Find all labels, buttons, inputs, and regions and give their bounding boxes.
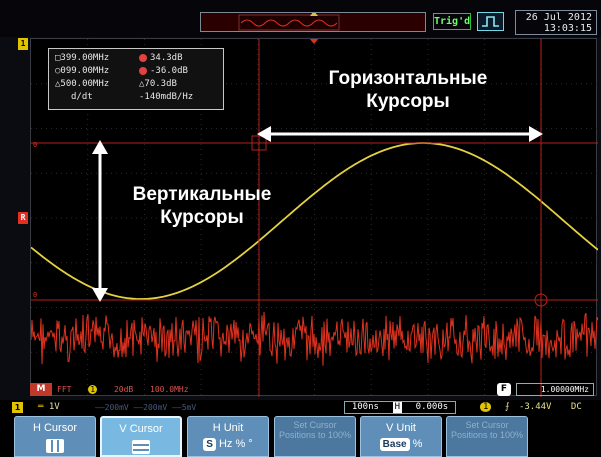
v-unit-selected: Base [379, 438, 410, 451]
cursor-1-edge-marker: 0 [33, 141, 37, 149]
math-badge[interactable]: M [30, 383, 52, 396]
fft-label: FFT [57, 385, 72, 394]
fft-span: 100.0MHz [150, 385, 189, 394]
cursor2-dot-icon [139, 67, 147, 75]
vertical-label-line1: Вертикальные [132, 184, 272, 205]
horizontal-label-line1: Горизонтальные [328, 68, 488, 89]
v-cursor-icon [132, 440, 150, 457]
v-unit-rest: % [412, 438, 423, 450]
cursor2-level: -36.0dB [150, 66, 188, 76]
channel-1-badge[interactable]: 1 [12, 402, 23, 413]
cursor-2-edge-marker: 0 [33, 291, 37, 299]
fft-scale: 20dB [113, 385, 134, 394]
inactive-channels: ——200mV ——200mV ——5mV [95, 403, 197, 412]
h-cursor-icon [46, 439, 64, 456]
delay-icon: H [392, 402, 402, 413]
cursor2-freq: 099.00MHz [60, 66, 110, 76]
frequency-counter-badge: F [497, 383, 511, 396]
set-v-cursor-100-label: Set Cursor Positions to 100% [450, 420, 524, 440]
channel-1-position-marker[interactable]: 1 [18, 38, 28, 50]
fft-info: FFT 1 20dB 100.0MHz [57, 383, 247, 396]
cursor1-dot-icon [139, 54, 147, 62]
horizontal-arrow [257, 126, 543, 142]
cursor-row-1: □ 399.00MHz 34.3dB [55, 52, 217, 65]
v-unit-softkey[interactable]: V Unit Base% [360, 416, 442, 457]
delay-value: 0.000s [415, 402, 449, 412]
vertical-cursors-label: Вертикальные Курсоры [102, 183, 302, 229]
cursor-delta-row: △500.00MHz △70.3dB [55, 78, 217, 91]
trigger-source-badge: 1 [480, 402, 492, 412]
v-unit-options: Base% [361, 438, 441, 451]
v-unit-label: V Unit [386, 422, 416, 434]
frequency-readout: 1.00000MHz [516, 383, 594, 396]
horizontal-cursors-label: Горизонтальные Курсоры [283, 67, 533, 113]
delta-freq: △500.00MHz [55, 79, 110, 89]
trigger-edge-icon [477, 12, 504, 31]
waveform-overview[interactable] [200, 12, 426, 32]
h-unit-rest: Hz % ° [218, 438, 253, 450]
dc-coupling-icon: ═ [38, 402, 49, 412]
trigger-info: 1 ⨍ -3.44V DC [480, 401, 598, 414]
timebase-value: 100ns [351, 402, 379, 412]
ref-position-marker[interactable]: R [18, 212, 28, 224]
channel-1-volts: 1V [48, 402, 60, 412]
timebase-box[interactable]: 100ns H 0.000s [344, 401, 456, 414]
h-cursor-softkey[interactable]: H Cursor [14, 416, 96, 457]
date-text: 26 Jul 2012 [525, 12, 592, 23]
h-cursor-label: H Cursor [32, 422, 77, 434]
h-unit-selected: S [203, 438, 216, 451]
set-h-cursor-100-label: Set Cursor Positions to 100% [278, 420, 352, 440]
cursor1-freq: 399.00MHz [60, 53, 110, 63]
cursor-slope-row: d/dt -140mdB/Hz [55, 91, 217, 104]
trigger-status-badge: Trig'd [433, 13, 471, 30]
channel-1-tag [2, 2, 12, 12]
h-unit-softkey[interactable]: H Unit S Hz % ° [187, 416, 269, 457]
set-h-cursor-100-softkey[interactable]: Set Cursor Positions to 100% [274, 416, 356, 457]
fft-channel: 1 [88, 385, 98, 394]
trigger-level: -3.44V [518, 402, 552, 412]
delta-level: △70.3dB [139, 79, 177, 89]
slope-label: d/dt [71, 92, 93, 102]
trigger-position-marker [309, 39, 319, 44]
datetime-display: 26 Jul 2012 13:03:15 [515, 10, 597, 35]
v-cursor-label: V Cursor [119, 423, 163, 435]
v-cursor-softkey[interactable]: V Cursor [100, 416, 182, 457]
horizontal-label-line2: Курсоры [366, 91, 450, 112]
rising-edge-icon: ⨍ [504, 402, 510, 412]
fft-noise-trace [31, 311, 598, 366]
h-unit-options: S Hz % ° [188, 438, 268, 451]
vertical-label-line2: Курсоры [160, 207, 244, 228]
channel-1-scale: ═ 1V [38, 401, 60, 414]
cursor1-level: 34.3dB [150, 53, 183, 63]
time-text: 13:03:15 [543, 23, 592, 34]
top-bar: Trig'd 26 Jul 2012 13:03:15 [0, 0, 601, 37]
h-unit-label: H Unit [212, 422, 244, 434]
slope-value: -140mdB/Hz [139, 92, 194, 102]
trigger-coupling: DC [570, 402, 582, 412]
cursor-readout-panel: □ 399.00MHz 34.3dB ○ 099.00MHz -36.0dB △… [48, 48, 224, 110]
oscilloscope-frame: Trig'd 26 Jul 2012 13:03:15 1 R 0 0 □399… [0, 0, 601, 457]
set-v-cursor-100-softkey[interactable]: Set Cursor Positions to 100% [446, 416, 528, 457]
cursor-row-2: ○ 099.00MHz -36.0dB [55, 65, 217, 78]
